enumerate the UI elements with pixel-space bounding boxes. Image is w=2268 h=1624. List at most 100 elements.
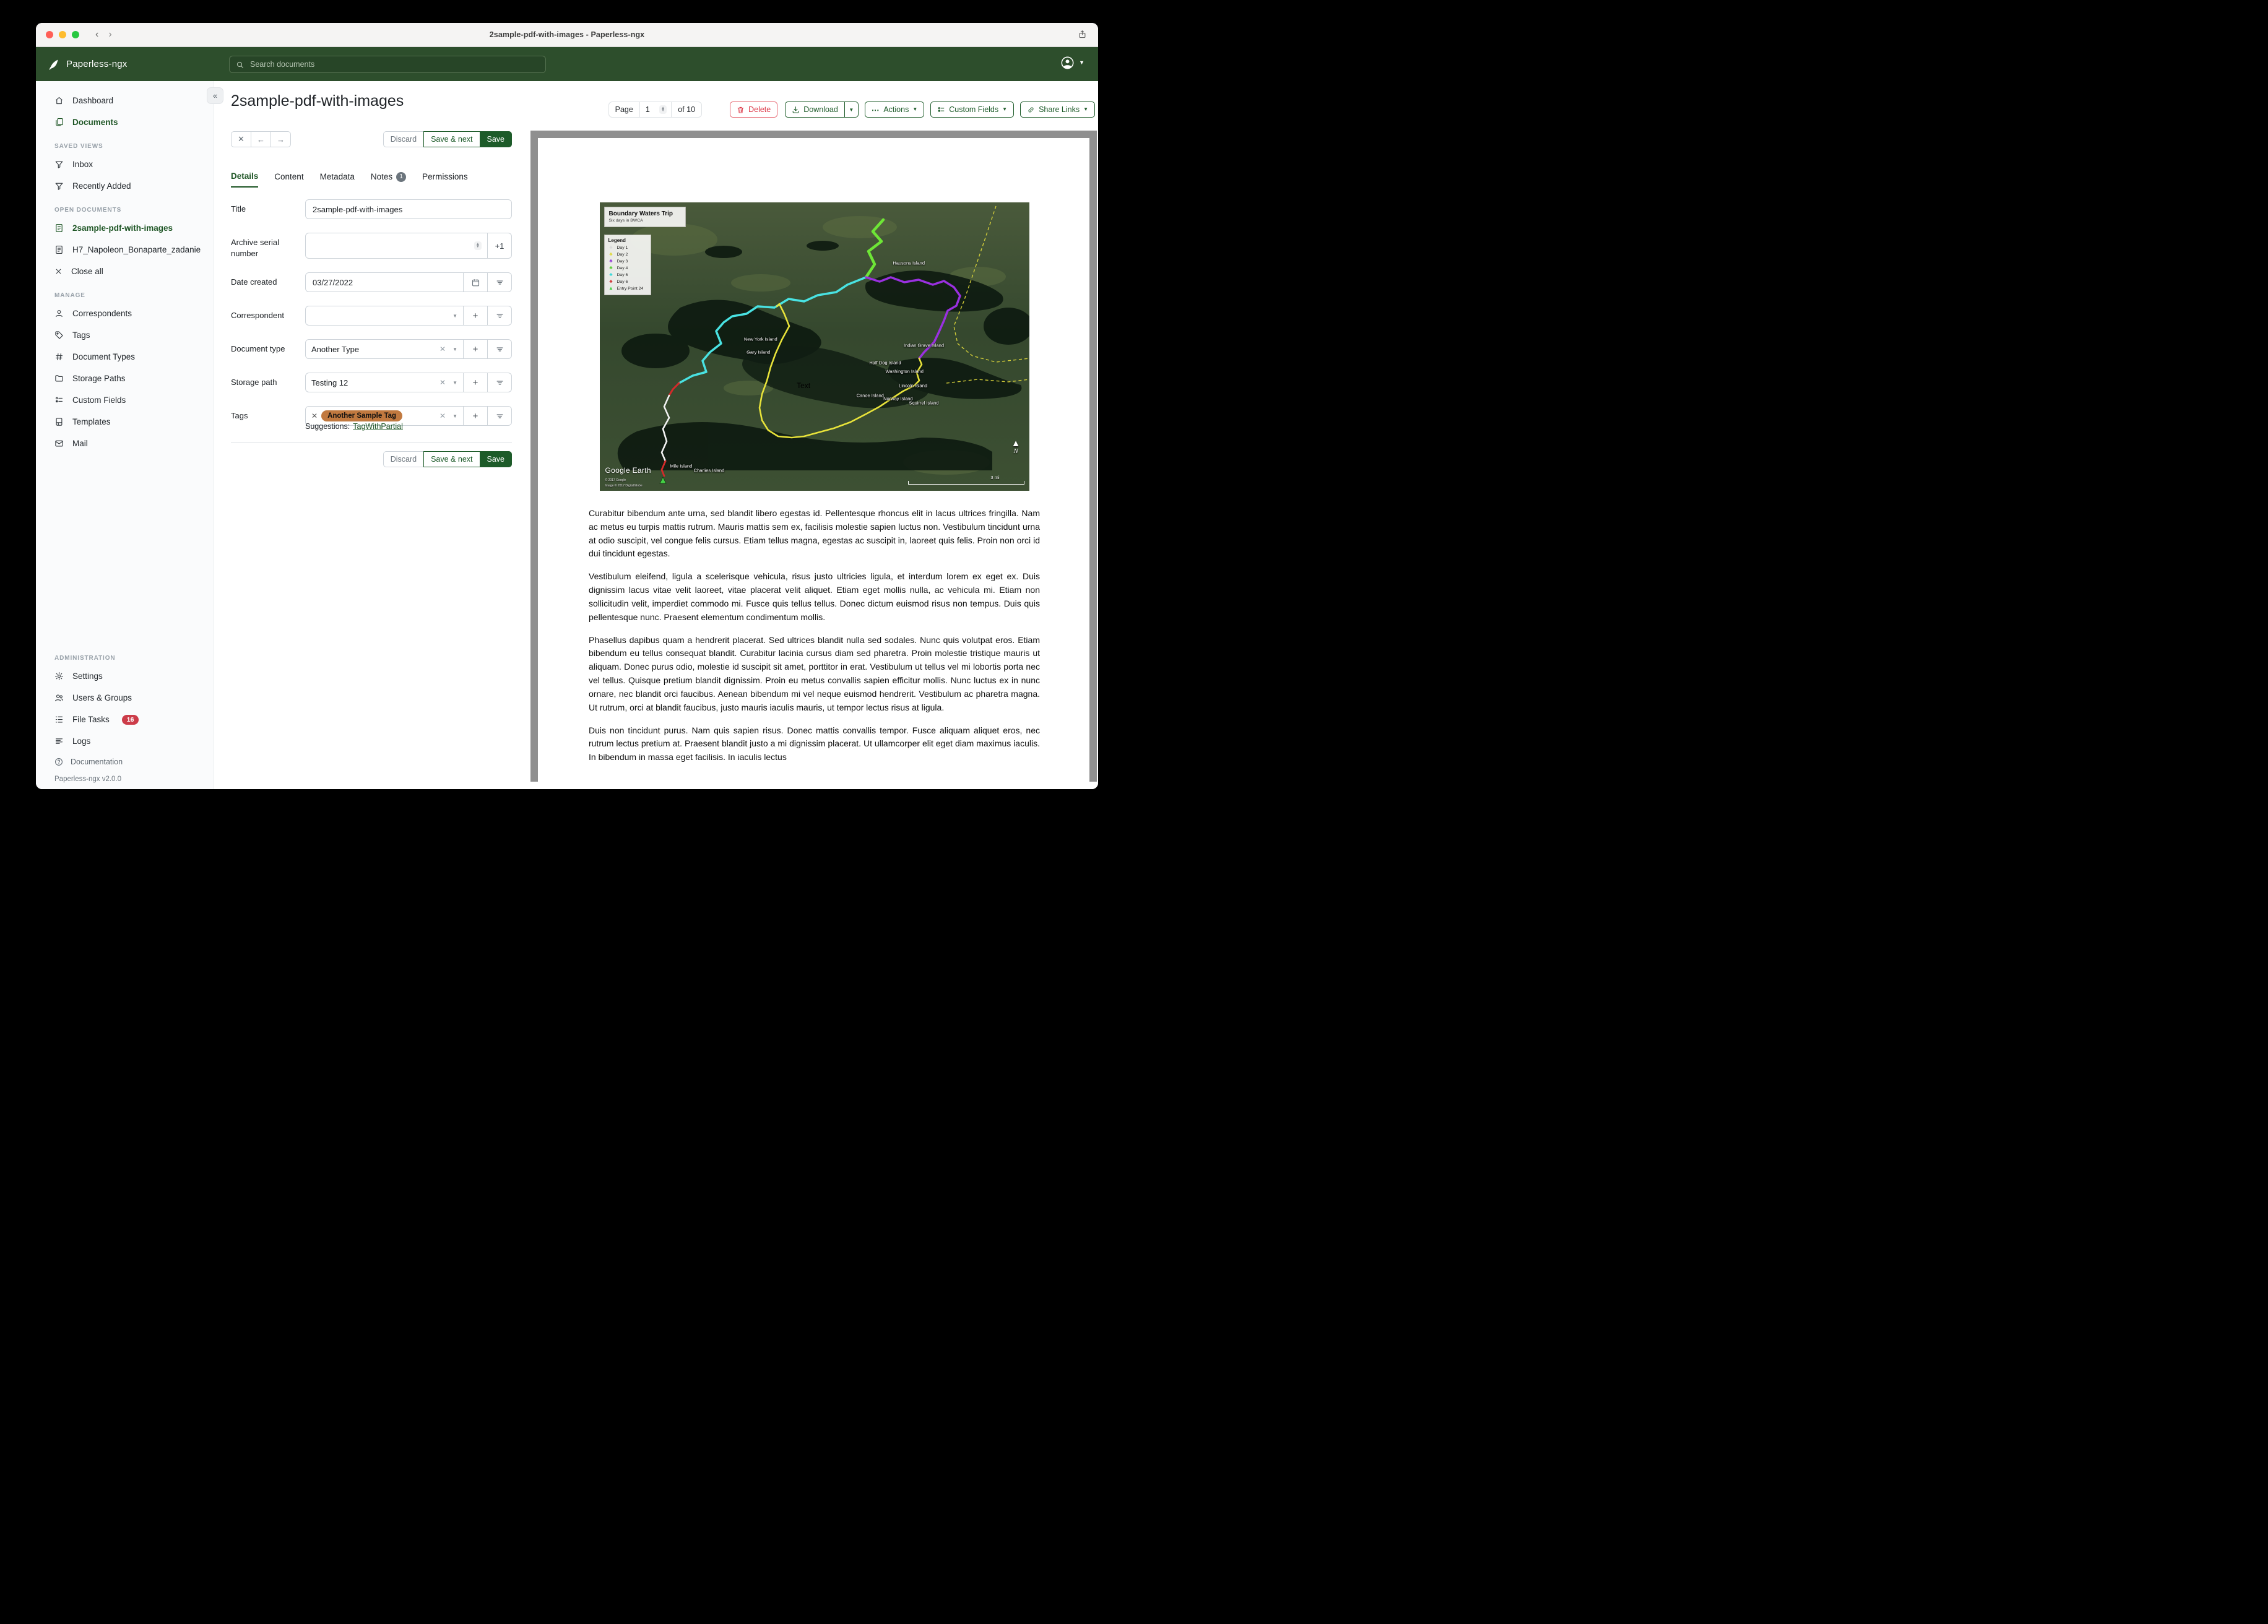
save-and-next-button-bottom[interactable]: Save & next — [423, 451, 480, 468]
tab-permissions[interactable]: Permissions — [422, 171, 468, 188]
document-type-select[interactable]: Another Type ✕ ▼ — [305, 339, 464, 360]
save-button-bottom[interactable]: Save — [479, 451, 512, 468]
next-document-button[interactable]: → — [271, 131, 291, 147]
search-input[interactable] — [249, 59, 539, 69]
legend-marker-icon: ♣ — [609, 258, 613, 264]
close-document-button[interactable]: ✕ — [231, 131, 251, 147]
sidebar-item-correspondents[interactable]: Correspondents — [36, 303, 213, 324]
document-type-add-button[interactable]: + — [463, 339, 488, 360]
chevron-down-icon[interactable]: ▼ — [451, 413, 457, 419]
save-button[interactable]: Save — [479, 131, 512, 147]
browser-forward-icon[interactable]: › — [108, 30, 111, 40]
sidebar-item-documents[interactable]: Documents — [36, 111, 213, 133]
sidebar-item-recently-added[interactable]: Recently Added — [36, 175, 213, 197]
date-filter-button[interactable] — [487, 272, 512, 293]
sidebar-item-inbox[interactable]: Inbox — [36, 153, 213, 175]
download-button[interactable]: Download — [785, 102, 845, 118]
save-and-next-button[interactable]: Save & next — [423, 131, 480, 147]
previous-document-button[interactable]: ← — [251, 131, 271, 147]
discard-button[interactable]: Discard — [383, 131, 425, 147]
tag-chip[interactable]: Another Sample Tag — [321, 410, 403, 422]
discard-button-bottom[interactable]: Discard — [383, 451, 425, 468]
date-created-input[interactable] — [311, 277, 457, 288]
tab-metadata[interactable]: Metadata — [320, 171, 355, 188]
form-divider — [231, 442, 512, 443]
close-window-button[interactable] — [46, 31, 53, 38]
asn-input[interactable] — [311, 240, 470, 251]
browser-back-icon[interactable]: ‹ — [95, 30, 98, 40]
sidebar-item-document-types[interactable]: Document Types — [36, 346, 213, 368]
page-stepper[interactable]: ▲ ▼ — [659, 105, 667, 114]
tags-add-button[interactable]: + — [463, 406, 488, 426]
document-title: 2sample-pdf-with-images — [231, 92, 404, 110]
delete-button[interactable]: Delete — [730, 102, 778, 118]
sidebar-item-mail[interactable]: Mail — [36, 433, 213, 454]
document-tabs: Details Content Metadata Notes 1 Permiss… — [231, 171, 468, 188]
sidebar-item-users-groups[interactable]: Users & Groups — [36, 687, 213, 709]
minimize-window-button[interactable] — [59, 31, 66, 38]
sidebar-collapse-button[interactable]: « — [207, 87, 223, 104]
sidebar-item-settings[interactable]: Settings — [36, 665, 213, 687]
sidebar-item-documentation[interactable]: Documentation — [36, 752, 213, 772]
page-navigation: Page ▲▼ of 10 — [608, 102, 703, 118]
asn-plus-one-button[interactable]: +1 — [487, 233, 512, 259]
window-titlebar: ‹ › 2sample-pdf-with-images - Paperless-… — [36, 23, 1098, 47]
correspondent-add-button[interactable]: + — [463, 306, 488, 326]
sidebar-item-logs[interactable]: Logs — [36, 730, 213, 752]
clear-icon[interactable]: ✕ — [438, 345, 447, 353]
correspondent-select[interactable]: ▼ — [305, 306, 464, 326]
actions-button[interactable]: ⋯ Actions ▼ — [864, 102, 925, 118]
tab-content[interactable]: Content — [274, 171, 303, 188]
sidebar-item-storage-paths[interactable]: Storage Paths — [36, 368, 213, 389]
filter-icon — [495, 378, 504, 387]
edit-toolbar: ✕ ← → Discard Save & next Save — [231, 131, 512, 147]
remove-tag-icon[interactable]: ✕ — [311, 412, 318, 420]
storage-path-select[interactable]: Testing 12 ✕ ▼ — [305, 373, 464, 393]
user-menu[interactable]: ▼ — [1060, 56, 1084, 70]
chevron-down-icon[interactable]: ▼ — [451, 347, 457, 352]
saved-views-heading: SAVED VIEWS — [54, 143, 103, 150]
document-paragraph: Vestibulum eleifend, ligula a scelerisqu… — [589, 571, 1040, 622]
page-number-input[interactable] — [644, 105, 656, 114]
correspondent-filter-button[interactable] — [487, 306, 512, 326]
sidebar-item-templates[interactable]: Templates — [36, 411, 213, 433]
manage-heading: MANAGE — [54, 292, 85, 299]
share-links-button[interactable]: Share Links ▼ — [1020, 102, 1095, 118]
sidebar-item-close-all[interactable]: Close all — [36, 261, 213, 282]
title-input[interactable] — [311, 204, 506, 215]
download-menu-caret[interactable]: ▼ — [844, 102, 859, 118]
sidebar-item-tags[interactable]: Tags — [36, 324, 213, 346]
document-type-filter-button[interactable] — [487, 339, 512, 360]
storage-path-filter-button[interactable] — [487, 373, 512, 393]
tab-notes[interactable]: Notes 1 — [371, 171, 407, 188]
sidebar-item-file-tasks[interactable]: File Tasks 16 — [36, 709, 213, 730]
tab-details[interactable]: Details — [231, 171, 259, 188]
title-field-row: Title — [231, 199, 512, 219]
global-search[interactable] — [229, 56, 546, 73]
chevron-down-icon[interactable]: ▼ — [451, 380, 457, 386]
app-brand[interactable]: Paperless-ngx — [47, 47, 127, 81]
suggestion-link[interactable]: TagWithPartial — [353, 422, 403, 431]
clear-icon[interactable]: ✕ — [438, 412, 447, 420]
calendar-button[interactable] — [463, 272, 488, 293]
page-number-field[interactable]: ▲▼ — [639, 102, 672, 117]
sidebar-item-open-doc-2[interactable]: H7_Napoleon_Bonaparte_zadanie — [36, 239, 213, 261]
asn-field-row: Archive serial number ▲ ▼ +1 — [231, 233, 512, 259]
asn-stepper[interactable]: ▲ ▼ — [474, 241, 482, 250]
custom-fields-button[interactable]: Custom Fields ▼ — [930, 102, 1015, 118]
chevron-down-icon[interactable]: ▼ — [451, 313, 457, 319]
page-label: Page — [615, 105, 633, 114]
island-label: Mile Island — [670, 463, 693, 469]
clear-icon[interactable]: ✕ — [438, 378, 447, 387]
tags-filter-button[interactable] — [487, 406, 512, 426]
map-title: Boundary Waters Trip — [608, 210, 673, 217]
zoom-window-button[interactable] — [72, 31, 79, 38]
sidebar-item-open-doc-1[interactable]: 2sample-pdf-with-images — [36, 217, 213, 239]
sidebar-item-custom-fields[interactable]: Custom Fields — [36, 389, 213, 411]
sidebar-item-dashboard[interactable]: Dashboard — [36, 90, 213, 111]
legend-label: Day 1 — [617, 245, 628, 250]
pdf-preview-pane[interactable]: Boundary Waters Trip Six days in BWCA Le… — [530, 131, 1097, 782]
app-version: Paperless-ngx v2.0.0 — [54, 775, 122, 783]
storage-path-add-button[interactable]: + — [463, 373, 488, 393]
share-icon[interactable] — [1078, 30, 1087, 39]
